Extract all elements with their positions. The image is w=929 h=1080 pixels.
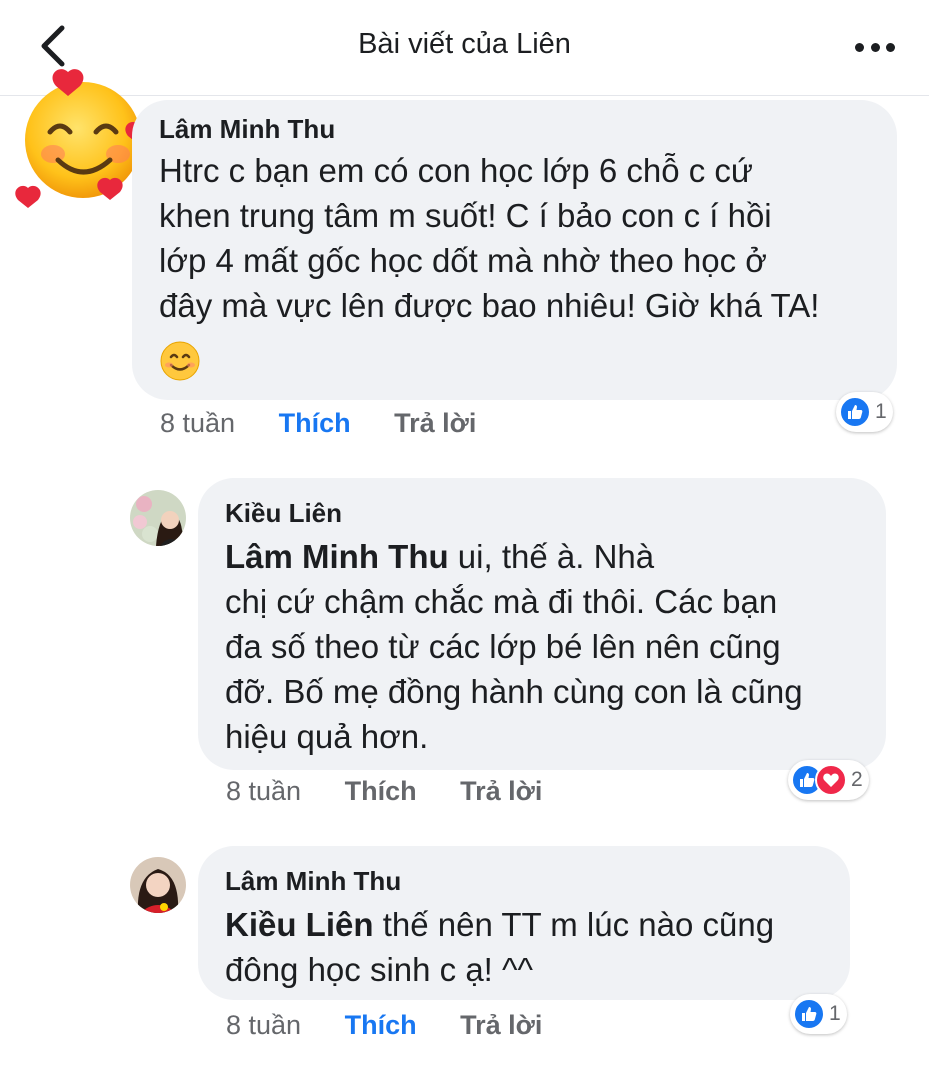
comment-actions: 8 tuần Thích Trả lời bbox=[226, 776, 542, 807]
reply-button[interactable]: Trả lời bbox=[460, 776, 542, 806]
avatar[interactable] bbox=[130, 857, 186, 913]
comment-bubble[interactable]: Kiều Liên Lâm Minh Thu ui, thế à. Nhà ch… bbox=[198, 478, 886, 770]
comment-text-line: đây mà vực lên được bao nhiêu! Giờ khá T… bbox=[159, 287, 820, 324]
comment-text-line: lớp 4 mất gốc học dốt mà nhờ theo học ở bbox=[159, 242, 767, 279]
like-reaction-icon bbox=[793, 998, 825, 1030]
reaction-count: 1 bbox=[829, 1002, 841, 1025]
comment-bubble[interactable]: Lâm Minh Thu Htrc c bạn em có con học lớ… bbox=[132, 100, 897, 400]
comment-text-line: đỡ. Bố mẹ đồng hành cùng con là cũng bbox=[225, 673, 803, 710]
comment-author[interactable]: Lâm Minh Thu bbox=[225, 866, 401, 897]
comment-actions: 8 tuần Thích Trả lời bbox=[226, 1010, 542, 1041]
reaction-count: 2 bbox=[851, 768, 863, 791]
like-button[interactable]: Thích bbox=[345, 776, 417, 806]
comment-text: ui, thế à. Nhà bbox=[448, 538, 655, 575]
comment-time[interactable]: 8 tuần bbox=[226, 776, 301, 806]
page-title: Bài viết của Liên bbox=[358, 28, 571, 60]
reaction-summary[interactable]: 2 bbox=[788, 760, 869, 800]
reaction-summary[interactable]: 1 bbox=[836, 392, 893, 432]
avatar[interactable] bbox=[130, 490, 186, 546]
comment-text-line: khen trung tâm m suốt! C í bảo con c í h… bbox=[159, 197, 772, 234]
comment-actions: 8 tuần Thích Trả lời bbox=[160, 408, 476, 439]
comment-text-line: đa số theo từ các lớp bé lên nên cũng bbox=[225, 628, 781, 665]
comment-author[interactable]: Lâm Minh Thu bbox=[159, 114, 335, 145]
more-dots-icon bbox=[855, 42, 864, 52]
comment-text-line: chị cứ chậm chắc mà đi thôi. Các bạn bbox=[225, 583, 778, 620]
reply-button[interactable]: Trả lời bbox=[394, 408, 476, 438]
comment-time[interactable]: 8 tuần bbox=[160, 408, 235, 438]
mention-link[interactable]: Lâm Minh Thu bbox=[225, 538, 449, 575]
mention-link[interactable]: Kiều Liên bbox=[225, 906, 374, 943]
like-button[interactable]: Thích bbox=[279, 408, 351, 438]
smiling-emoji bbox=[159, 340, 201, 382]
comment-text: thế nên TT m lúc nào cũng bbox=[373, 906, 775, 943]
comment-text-line: đông học sinh c ạ! ^^ bbox=[225, 951, 533, 988]
comment-text-line: hiệu quả hơn. bbox=[225, 718, 429, 755]
reply-button[interactable]: Trả lời bbox=[460, 1010, 542, 1040]
love-reaction-icon bbox=[815, 764, 847, 796]
comment-bubble[interactable]: Lâm Minh Thu Kiều Liên thế nên TT m lúc … bbox=[198, 846, 850, 1000]
comment-time[interactable]: 8 tuần bbox=[226, 1010, 301, 1040]
reaction-summary[interactable]: 1 bbox=[790, 994, 847, 1034]
like-button[interactable]: Thích bbox=[345, 1010, 417, 1040]
like-reaction-icon bbox=[839, 396, 871, 428]
reaction-count: 1 bbox=[875, 400, 887, 423]
comment-author[interactable]: Kiều Liên bbox=[225, 498, 342, 529]
more-options-button[interactable] bbox=[855, 40, 895, 54]
comment-text-line: Htrc c bạn em có con học lớp 6 chỗ c cứ bbox=[159, 152, 753, 189]
